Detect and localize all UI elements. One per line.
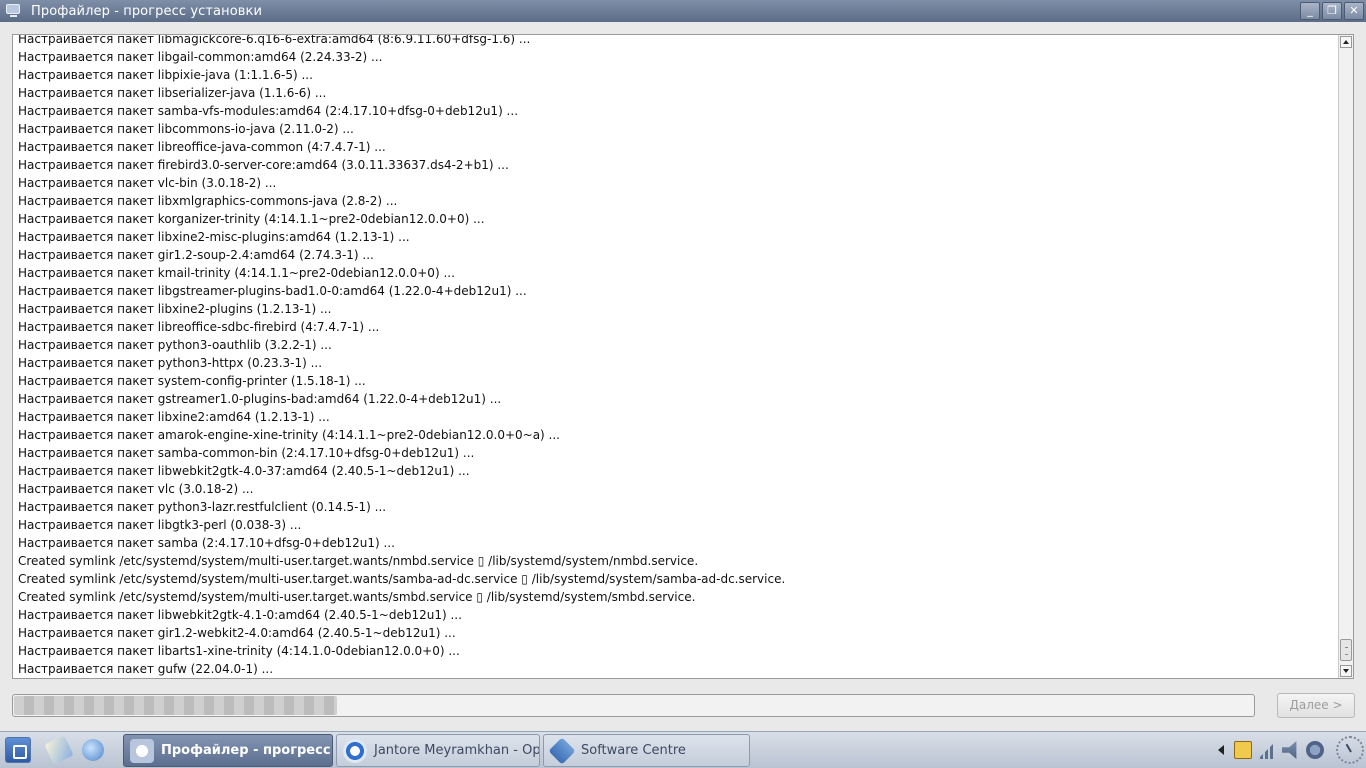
progress-fill: [14, 696, 337, 715]
log-line: Настраивается пакет samba (2:4.17.10+dfs…: [18, 536, 395, 550]
maximize-button[interactable]: ❐: [1322, 2, 1342, 20]
log-line: Настраивается пакет libwebkit2gtk-4.0-37…: [18, 464, 470, 478]
window-controls: _ ❐ ✕: [1300, 2, 1364, 20]
taskbar: Профайлер - прогресс уст Jantore Meyramk…: [0, 731, 1366, 768]
log-line: Настраивается пакет samba-common-bin (2:…: [18, 446, 475, 460]
log-line: Настраивается пакет python3-httpx (0.23.…: [18, 356, 323, 370]
log-scrollbar[interactable]: [1338, 35, 1353, 678]
tray-arrow-icon[interactable]: [1218, 745, 1224, 755]
log-line: Настраивается пакет libxine2-plugins (1.…: [18, 302, 332, 316]
start-menu-icon[interactable]: [5, 737, 31, 763]
install-progress-bar: [12, 694, 1255, 717]
log-line: Настраивается пакет vlc (3.0.18-2) ...: [18, 482, 254, 496]
software-centre-icon: [548, 736, 576, 765]
keyboard-layout-icon[interactable]: [1234, 741, 1252, 759]
taskbar-task-software-centre[interactable]: Software Centre: [543, 734, 750, 767]
log-line: Created symlink /etc/systemd/system/mult…: [18, 590, 696, 604]
install-log[interactable]: Настраивается пакет libmagickcore-6.q16-…: [12, 34, 1354, 679]
log-line: Настраивается пакет libcommons-io-java (…: [18, 122, 354, 136]
log-line: Настраивается пакет libarts1-xine-trinit…: [18, 644, 460, 658]
profiler-app-icon: [6, 3, 22, 19]
log-line: Настраивается пакет libpixie-java (1:1.1…: [18, 68, 313, 82]
scroll-up-arrow-icon[interactable]: [1340, 36, 1352, 48]
taskbar-task-profiler[interactable]: Профайлер - прогресс уст: [123, 734, 333, 767]
task-label: Software Centre: [581, 743, 686, 758]
profiler-icon: [130, 738, 154, 763]
log-line: Настраивается пакет firebird3.0-server-c…: [18, 158, 509, 172]
log-line: Настраивается пакет system-config-printe…: [18, 374, 366, 388]
log-line: Настраивается пакет python3-oauthlib (3.…: [18, 338, 332, 352]
log-line: Настраивается пакет gir1.2-soup-2.4:amd6…: [18, 248, 374, 262]
task-label: Jantore Meyramkhan - Oper: [374, 743, 540, 758]
log-line: Настраивается пакет gstreamer1.0-plugins…: [18, 392, 502, 406]
title-bar[interactable]: Профайлер - прогресс установки _ ❐ ✕: [0, 0, 1366, 22]
log-line: Настраивается пакет libxmlgraphics-commo…: [18, 194, 398, 208]
volume-icon[interactable]: [1282, 741, 1297, 759]
log-line: Настраивается пакет libgtk3-perl (0.038-…: [18, 518, 302, 532]
clock-icon[interactable]: [1336, 736, 1364, 764]
log-line: Настраивается пакет korganizer-trinity (…: [18, 212, 485, 226]
log-line: Настраивается пакет python3-lazr.restful…: [18, 500, 387, 514]
log-line: Настраивается пакет vlc-bin (3.0.18-2) .…: [18, 176, 277, 190]
system-tray: [1206, 732, 1366, 768]
log-line: Created symlink /etc/systemd/system/mult…: [18, 554, 699, 568]
log-line: Настраивается пакет libreoffice-sdbc-fir…: [18, 320, 380, 334]
quick-launch-edit-icon[interactable]: [44, 735, 74, 765]
log-line: Настраивается пакет gir1.2-webkit2-4.0:a…: [18, 626, 456, 640]
log-line: Created symlink /etc/systemd/system/mult…: [18, 572, 786, 586]
browser-icon: [343, 738, 367, 763]
log-line: Настраивается пакет samba-vfs-modules:am…: [18, 104, 519, 118]
next-button[interactable]: Далее >: [1277, 693, 1355, 718]
updates-icon[interactable]: [1306, 741, 1324, 759]
task-label: Профайлер - прогресс уст: [161, 743, 332, 758]
window-title: Профайлер - прогресс установки: [31, 3, 263, 19]
log-lines: Настраивается пакет libmagickcore-6.q16-…: [18, 34, 1335, 678]
log-line: Настраивается пакет libwebkit2gtk-4.1-0:…: [18, 608, 462, 622]
quick-launch-globe-icon[interactable]: [80, 737, 106, 763]
log-line: Настраивается пакет libxine2:amd64 (1.2.…: [18, 410, 330, 424]
taskbar-task-browser[interactable]: Jantore Meyramkhan - Oper: [336, 734, 540, 767]
minimize-button[interactable]: _: [1300, 2, 1320, 20]
log-line: Настраивается пакет libgail-common:amd64…: [18, 50, 383, 64]
log-line: Настраивается пакет libmagickcore-6.q16-…: [18, 34, 531, 46]
log-line: Настраивается пакет libxine2-misc-plugin…: [18, 230, 410, 244]
log-line: Настраивается пакет kmail-trinity (4:14.…: [18, 266, 455, 280]
log-line: Настраивается пакет libreoffice-java-com…: [18, 140, 386, 154]
log-line: Настраивается пакет amarok-engine-xine-t…: [18, 428, 560, 442]
log-line: Настраивается пакет gufw (22.04.0-1) ...: [18, 662, 274, 676]
scrollbar-thumb[interactable]: [1340, 639, 1352, 661]
scroll-down-arrow-icon[interactable]: [1340, 665, 1352, 677]
close-button[interactable]: ✕: [1344, 2, 1364, 20]
log-line: Настраивается пакет libgstreamer-plugins…: [18, 284, 527, 298]
log-line: Настраивается пакет libserializer-java (…: [18, 86, 327, 100]
network-icon[interactable]: [1258, 741, 1276, 759]
